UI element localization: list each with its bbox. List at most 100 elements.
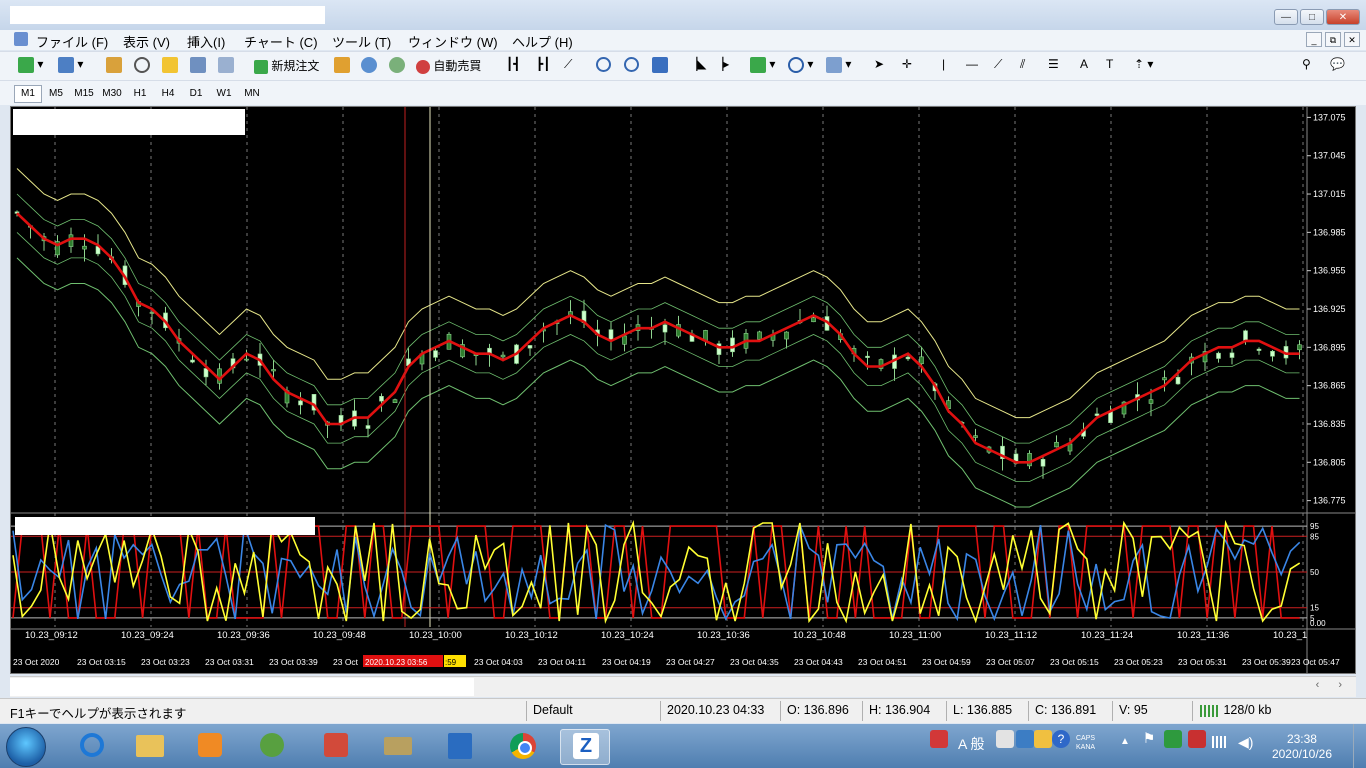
- menu-window[interactable]: ウィンドウ (W): [408, 32, 498, 51]
- horizontal-scrollbar[interactable]: ‹ ›: [10, 676, 1356, 697]
- menu-chart[interactable]: チャート (C): [244, 32, 318, 51]
- tf-m15[interactable]: M15: [70, 85, 98, 103]
- media-player-icon[interactable]: [186, 729, 234, 763]
- candle-body: [392, 399, 398, 403]
- price-tick-label: 137.075: [1313, 112, 1346, 122]
- tf-mn[interactable]: MN: [238, 85, 266, 103]
- templates-icon[interactable]: ▾: [826, 57, 851, 75]
- navigator-icon[interactable]: [162, 57, 178, 75]
- mdi-restore-icon[interactable]: ⧉: [1325, 32, 1341, 47]
- selected-time-label: 2020.10.23 03:56: [365, 658, 428, 667]
- profiles-icon[interactable]: ▾: [58, 57, 83, 75]
- archive-app-icon[interactable]: [374, 729, 422, 763]
- internet-explorer-icon[interactable]: [68, 729, 116, 763]
- app-menu-icon[interactable]: [14, 32, 28, 46]
- signals-icon[interactable]: [389, 57, 405, 75]
- tray-dictionary-icon[interactable]: [1016, 730, 1034, 748]
- close-icon[interactable]: ✕: [1326, 9, 1360, 25]
- chart-window[interactable]: 137.075 137.045 137.015 136.985 136.955 136.9…: [10, 106, 1356, 674]
- tf-w1[interactable]: W1: [210, 85, 238, 103]
- ime-indicator[interactable]: A 般: [958, 734, 984, 754]
- tray-device-icon[interactable]: [1188, 730, 1206, 748]
- line-chart-icon[interactable]: ⟋: [564, 57, 572, 75]
- market-watch-icon[interactable]: [106, 57, 122, 75]
- recycle-app-icon[interactable]: [248, 729, 296, 763]
- new-chart-icon[interactable]: ▾: [18, 57, 43, 75]
- indicator-level-label: 50: [1310, 568, 1319, 577]
- periods-icon[interactable]: ▾: [788, 57, 813, 75]
- metatrader-icon[interactable]: Z: [560, 729, 610, 765]
- candle-body: [1270, 350, 1275, 357]
- zoom-in-icon[interactable]: [596, 57, 611, 75]
- equidistant-channel-icon[interactable]: ⫽: [1020, 57, 1025, 75]
- candle-body: [784, 331, 789, 340]
- indicator-level-label: 85: [1310, 532, 1319, 541]
- price-tick-label: 137.015: [1313, 189, 1346, 199]
- file-explorer-icon[interactable]: [126, 729, 174, 763]
- menu-tools[interactable]: ツール (T): [332, 32, 391, 51]
- new-order-button[interactable]: 新規注文: [254, 57, 319, 75]
- fibonacci-icon[interactable]: ☰: [1048, 57, 1059, 75]
- text-label-icon[interactable]: T: [1106, 57, 1113, 75]
- tf-d1[interactable]: D1: [182, 85, 210, 103]
- minimize-icon[interactable]: —: [1274, 9, 1298, 25]
- tray-antivirus-icon[interactable]: [930, 730, 948, 748]
- connection-status[interactable]: 128/0 kb: [1200, 703, 1271, 717]
- paint-app-icon[interactable]: [312, 729, 360, 763]
- menu-help[interactable]: ヘルプ (H): [512, 32, 573, 51]
- tray-expand-icon[interactable]: ▲: [1120, 736, 1130, 747]
- status-profile[interactable]: Default: [533, 703, 573, 717]
- trendline-icon[interactable]: ⟋: [994, 57, 1002, 75]
- menu-file[interactable]: ファイル (F): [36, 32, 108, 51]
- zoom-out-icon[interactable]: [624, 57, 639, 75]
- vertical-line-icon[interactable]: |: [942, 57, 945, 75]
- metaeditor-icon[interactable]: [334, 57, 350, 75]
- indicator-level-label: 15: [1310, 604, 1319, 613]
- data-window-icon[interactable]: [134, 57, 150, 75]
- scroll-arrows-icon[interactable]: ‹ ›: [1316, 679, 1350, 691]
- tray-ime-pad-icon[interactable]: [1034, 730, 1052, 748]
- tf-h1[interactable]: H1: [126, 85, 154, 103]
- cursor-icon[interactable]: ➤: [874, 57, 884, 75]
- show-desktop-button[interactable]: [1353, 724, 1366, 768]
- help-icon[interactable]: ?: [1052, 730, 1070, 748]
- chart-shift-icon[interactable]: ▕◣: [688, 57, 706, 75]
- time-axis-label: 23 Oct 05:31: [1178, 657, 1227, 667]
- arrows-icon[interactable]: ⇡ ▾: [1134, 57, 1153, 75]
- indicators-icon[interactable]: ▾: [750, 57, 775, 75]
- windows-start-icon[interactable]: [6, 727, 46, 767]
- flag-icon[interactable]: ⚑: [1140, 730, 1158, 748]
- horizontal-line-icon[interactable]: —: [966, 57, 978, 75]
- signal-icon[interactable]: [1212, 736, 1228, 748]
- terminal-icon[interactable]: [190, 57, 206, 75]
- tile-windows-icon[interactable]: [652, 57, 668, 75]
- tf-h4[interactable]: H4: [154, 85, 182, 103]
- tf-m5[interactable]: M5: [42, 85, 70, 103]
- maximize-icon[interactable]: □: [1300, 9, 1324, 25]
- community-icon[interactable]: [361, 57, 377, 75]
- mdi-minimize-icon[interactable]: _: [1306, 32, 1322, 47]
- chat-icon[interactable]: 💬: [1330, 57, 1345, 75]
- menu-view[interactable]: 表示 (V): [123, 32, 170, 51]
- tf-m1[interactable]: M1: [14, 85, 42, 103]
- tray-security-icon[interactable]: [1164, 730, 1182, 748]
- volume-icon[interactable]: ◀): [1238, 734, 1253, 751]
- auto-scroll-icon[interactable]: ▕▸: [714, 57, 729, 75]
- mdi-close-icon[interactable]: ✕: [1344, 32, 1360, 47]
- network-app-icon[interactable]: [436, 729, 484, 763]
- menu-insert[interactable]: 挿入(I): [187, 32, 225, 51]
- chrome-icon[interactable]: [498, 729, 546, 763]
- strategy-tester-icon[interactable]: [218, 57, 234, 75]
- scroll-mask: [10, 678, 474, 696]
- bar-chart-icon[interactable]: ┃┫: [506, 57, 520, 75]
- crosshair-icon[interactable]: ✛: [902, 57, 912, 75]
- tray-ime-tool-icon[interactable]: [996, 730, 1014, 748]
- system-clock[interactable]: 23:38 2020/10/26: [1272, 732, 1332, 762]
- text-icon[interactable]: A: [1080, 57, 1088, 75]
- price-chart[interactable]: 137.075 137.045 137.015 136.985 136.955 136.9…: [11, 107, 1355, 673]
- subwindow-time-label: 10.23_09:12: [25, 630, 78, 641]
- auto-trade-button[interactable]: 自動売買: [416, 57, 481, 75]
- candlestick-icon[interactable]: ┣┃: [536, 57, 550, 75]
- search-icon[interactable]: ⚲: [1302, 57, 1311, 75]
- tf-m30[interactable]: M30: [98, 85, 126, 103]
